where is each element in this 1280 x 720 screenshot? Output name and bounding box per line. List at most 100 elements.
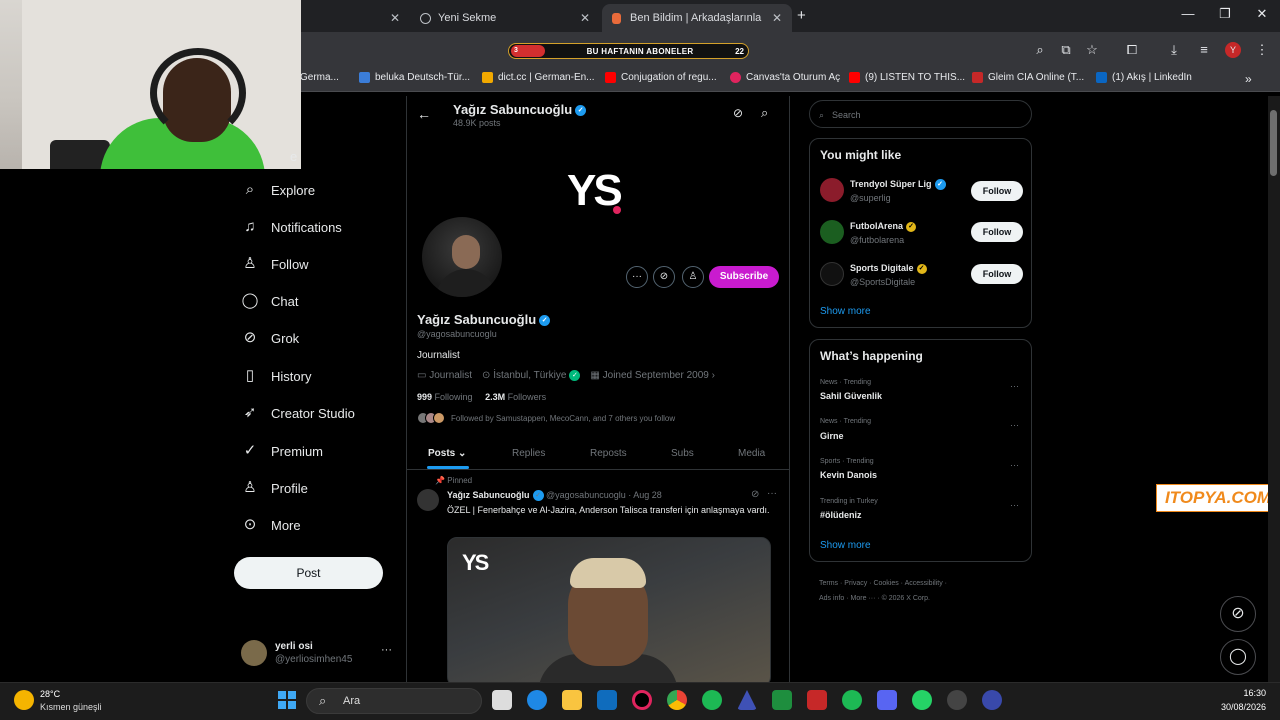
messages-icon[interactable]: ◯ [1220, 639, 1256, 675]
nav-item-premium[interactable]: ✓ Premium [241, 441, 323, 461]
bookmark-item[interactable]: dict.cc | German-En... [482, 72, 595, 83]
maximize-button[interactable]: ❐ [1210, 6, 1240, 22]
show-more-link[interactable]: Show more [820, 540, 871, 551]
app-green-icon[interactable] [772, 690, 792, 710]
bookmark-item[interactable]: beluka Deutsch-Tür... [359, 72, 470, 83]
footer-links[interactable]: Terms · Privacy · Cookies · Accessibilit… [819, 576, 1019, 606]
menu-icon[interactable]: ⋮ [1254, 42, 1270, 58]
nav-item-more[interactable]: ⊙ More [241, 515, 301, 535]
profile-avatar[interactable] [419, 214, 505, 300]
tweet-date[interactable]: · Aug 28 [628, 490, 662, 500]
app-red-icon[interactable] [807, 690, 827, 710]
grok-icon[interactable]: ⊘ [1220, 596, 1256, 632]
tweet-author[interactable]: Yağız Sabuncuoğlu [447, 490, 530, 500]
nav-item-profile[interactable]: ♙ Profile [241, 478, 308, 498]
following-link[interactable]: 999 Following [417, 392, 473, 402]
bookmark-item[interactable]: Conjugation of regu... [605, 72, 717, 83]
trend-topic[interactable]: Kevin Danois [820, 470, 877, 480]
tab-reposts[interactable]: Reposts [590, 448, 627, 459]
new-tab-button[interactable]: + [797, 7, 806, 24]
task-view-icon[interactable] [492, 690, 512, 710]
scrollbar-thumb[interactable] [1270, 110, 1277, 176]
avatar[interactable] [820, 178, 844, 202]
follow-button[interactable]: Follow [971, 222, 1023, 242]
extensions-icon[interactable]: ⧠ [1124, 42, 1140, 58]
weather-condition[interactable]: Kısmen güneşli [40, 702, 102, 712]
tab-replies[interactable]: Replies [512, 448, 545, 459]
bookmark-item[interactable]: Germa... [300, 72, 339, 83]
show-more-link[interactable]: Show more [820, 306, 871, 317]
bookmark-star-icon[interactable]: ☆ [1084, 42, 1100, 58]
close-tab-icon[interactable]: ✕ [772, 11, 782, 25]
spotify-icon[interactable] [702, 690, 722, 710]
search-input[interactable]: ⌕ Search [809, 100, 1032, 128]
grok-icon[interactable]: ⊘ [733, 106, 743, 120]
downloads-icon[interactable]: ⤓ [1166, 42, 1182, 58]
app-blue-icon[interactable] [982, 690, 1002, 710]
more-icon[interactable]: ··· [767, 488, 777, 499]
media-icon[interactable]: ≡ [1196, 42, 1212, 58]
subscribe-button[interactable]: Subscribe [709, 266, 779, 288]
nav-item-grok[interactable]: ⊘ Grok [241, 328, 299, 348]
clock-time[interactable]: 16:30 [1228, 688, 1266, 698]
more-options-icon[interactable]: ··· [626, 266, 648, 288]
taskbar-search[interactable]: ⌕ Ara [306, 688, 482, 714]
edge-icon[interactable] [527, 690, 547, 710]
tweet-media[interactable]: YS [447, 537, 771, 686]
bookmark-item[interactable]: (1) Akış | LinkedIn [1096, 72, 1192, 83]
tab-media[interactable]: Media [738, 448, 765, 459]
bookmark-item[interactable]: Canvas'ta Oturum Aç [730, 72, 840, 83]
more-bookmarks-icon[interactable]: » [1245, 72, 1252, 86]
scrollbar[interactable] [1268, 96, 1280, 686]
browser-tab-1[interactable]: ✕ [300, 4, 410, 32]
nav-item-home[interactable]: e [290, 146, 297, 166]
tab-posts[interactable]: Posts ⌄ [428, 448, 466, 459]
weather-temperature[interactable]: 28°C [40, 689, 60, 699]
browser-tab-3[interactable]: Ben Bildim | Arkadaşlarınla Onl ✕ [602, 4, 792, 32]
tab-subs[interactable]: Subs [671, 448, 694, 459]
spotify-icon[interactable] [842, 690, 862, 710]
nav-item-history[interactable]: ▯ History [241, 366, 312, 386]
close-window-button[interactable]: ✕ [1247, 6, 1277, 22]
whatsapp-icon[interactable] [912, 690, 932, 710]
avatar[interactable] [820, 262, 844, 286]
windows-start-icon[interactable] [278, 691, 296, 709]
minimize-button[interactable]: — [1173, 6, 1203, 21]
browser-tab-2[interactable]: Yeni Sekme ✕ [410, 4, 600, 32]
nav-item-creator-studio[interactable]: ➶ Creator Studio [241, 403, 355, 423]
profile-joined[interactable]: ▦ Joined September 2009 › [590, 370, 715, 381]
clock-date[interactable]: 30/08/2026 [1208, 702, 1266, 712]
bookmark-item[interactable]: Gleim CIA Online (T... [972, 72, 1084, 83]
follow-button[interactable]: Follow [971, 181, 1023, 201]
followed-by[interactable]: Followed by Samustappen, MecoCann, and 7… [417, 412, 675, 424]
avatar[interactable] [417, 489, 439, 511]
app-gray-icon[interactable] [947, 690, 967, 710]
nav-item-chat[interactable]: ◯ Chat [241, 291, 299, 311]
chrome-icon[interactable] [667, 690, 687, 710]
suggestion-name[interactable]: Sports Digitale ✓ [850, 263, 927, 274]
nav-item-notifications[interactable]: ♫ Notifications [241, 217, 341, 237]
profile-avatar-icon[interactable]: Y [1225, 42, 1241, 58]
search-icon[interactable]: ⌕ [761, 105, 768, 121]
more-icon[interactable]: ··· [1010, 381, 1019, 391]
opera-icon[interactable] [632, 690, 652, 710]
post-button[interactable]: Post [234, 557, 383, 589]
back-arrow-icon[interactable]: ← [417, 106, 431, 122]
nav-item-explore[interactable]: ⌕ Explore [241, 180, 315, 200]
outlook-icon[interactable] [597, 690, 617, 710]
close-tab-icon[interactable]: ✕ [390, 11, 400, 25]
trend-topic[interactable]: Sahil Güvenlik [820, 391, 882, 401]
bookmark-item[interactable]: (9) LISTEN TO THIS... [849, 72, 965, 83]
nav-item-follow[interactable]: ♙ Follow [241, 254, 308, 274]
close-tab-icon[interactable]: ✕ [580, 11, 590, 25]
trend-topic[interactable]: Girne [820, 431, 844, 441]
follow-button[interactable]: Follow [971, 264, 1023, 284]
avatar[interactable] [820, 220, 844, 244]
more-icon[interactable]: ··· [1010, 460, 1019, 470]
more-icon[interactable]: ··· [1010, 420, 1019, 430]
grok-icon[interactable]: ⊘ [751, 489, 759, 500]
zoom-icon[interactable]: ⌕ [1032, 42, 1048, 58]
file-explorer-icon[interactable] [562, 690, 582, 710]
grok-icon[interactable]: ⊘ [653, 266, 675, 288]
weather-sun-icon[interactable] [14, 690, 34, 710]
